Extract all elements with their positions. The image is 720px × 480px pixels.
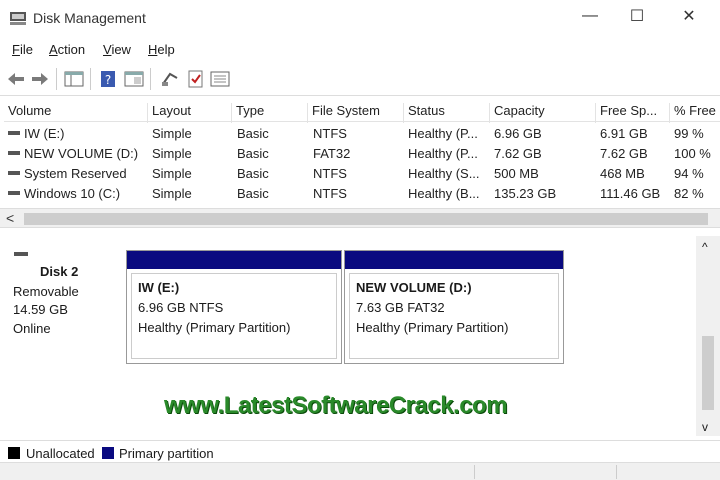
primary-partition-bar	[345, 251, 563, 269]
help-icon[interactable]: ?	[98, 70, 118, 88]
legend: Unallocated Primary partition	[0, 440, 720, 462]
disk-name: Disk 2	[40, 264, 79, 279]
menu-view[interactable]: View	[103, 42, 131, 57]
partition-size: 7.63 GB FAT32	[356, 300, 445, 315]
legend-primary-partition: Primary partition	[119, 446, 214, 461]
check-disk-icon[interactable]	[186, 70, 206, 88]
column-header-type[interactable]: Type	[232, 103, 308, 123]
maximize-button[interactable]: ☐	[613, 0, 661, 32]
column-header-free-space[interactable]: Free Sp...	[596, 103, 670, 123]
disk-info-panel[interactable]: Disk 2 Removable 14.59 GB Online	[4, 244, 122, 370]
toolbar: ?	[0, 62, 720, 96]
column-header-capacity[interactable]: Capacity	[490, 103, 596, 123]
table-row[interactable]: Windows 10 (C:) Simple Basic NTFS Health…	[4, 184, 720, 204]
partition-status: Healthy (Primary Partition)	[138, 320, 291, 335]
svg-text:?: ?	[105, 73, 111, 87]
horizontal-scroll-thumb[interactable]	[24, 213, 708, 225]
scroll-down-icon[interactable]: v	[702, 420, 708, 434]
disk-icon	[14, 252, 28, 256]
column-header-layout[interactable]: Layout	[148, 103, 232, 123]
list-view-icon[interactable]	[210, 70, 230, 88]
watermark-text: www.LatestSoftwareCrack.com	[164, 392, 508, 419]
partition-name: NEW VOLUME (D:)	[356, 280, 472, 295]
primary-partition-bar	[127, 251, 341, 269]
drive-icon	[8, 171, 20, 176]
table-row[interactable]: NEW VOLUME (D:) Simple Basic FAT32 Healt…	[4, 144, 720, 164]
disk-management-app-icon	[10, 12, 26, 25]
disk-size: 14.59 GB	[13, 302, 68, 317]
horizontal-scrollbar[interactable]: <	[0, 208, 720, 228]
scroll-up-icon[interactable]: ^	[702, 240, 708, 254]
menu-action[interactable]: Action	[49, 42, 85, 57]
vertical-scroll-thumb[interactable]	[702, 336, 714, 410]
status-bar	[0, 462, 720, 480]
connect-disk-icon[interactable]	[160, 70, 180, 88]
partition-size: 6.96 GB NTFS	[138, 300, 224, 315]
drive-icon	[8, 131, 20, 136]
menu-help[interactable]: Help	[148, 42, 175, 57]
scroll-left-icon[interactable]: <	[6, 210, 14, 226]
menu-bar: File Action View Help	[0, 38, 720, 62]
disk-status: Online	[13, 321, 51, 336]
close-button[interactable]: ✕	[665, 0, 713, 32]
column-header-status[interactable]: Status	[404, 103, 490, 123]
drive-icon	[8, 151, 20, 156]
unallocated-swatch	[8, 447, 20, 459]
vertical-scrollbar[interactable]: ^ v	[696, 236, 720, 436]
primary-partition-swatch	[102, 447, 114, 459]
back-arrow-icon[interactable]	[6, 70, 26, 88]
table-row[interactable]: System Reserved Simple Basic NTFS Health…	[4, 164, 720, 184]
column-header-volume[interactable]: Volume	[4, 103, 148, 123]
minimize-button[interactable]: —	[566, 0, 614, 32]
column-header-percent-free[interactable]: % Free	[670, 103, 720, 123]
menu-file[interactable]: File	[12, 42, 33, 57]
window-title: Disk Management	[33, 10, 146, 26]
disk-type: Removable	[13, 284, 79, 299]
partition-new-volume-d[interactable]: NEW VOLUME (D:) 7.63 GB FAT32 Healthy (P…	[344, 250, 564, 364]
partition-status: Healthy (Primary Partition)	[356, 320, 509, 335]
volume-list-header: Volume Layout Type File System Status Ca…	[4, 100, 720, 123]
console-tree-icon[interactable]	[64, 70, 84, 88]
table-row[interactable]: IW (E:) Simple Basic NTFS Healthy (P... …	[4, 124, 720, 144]
properties-icon[interactable]	[124, 70, 144, 88]
column-header-file-system[interactable]: File System	[308, 103, 404, 123]
partition-iw-e[interactable]: IW (E:) 6.96 GB NTFS Healthy (Primary Pa…	[126, 250, 342, 364]
legend-unallocated: Unallocated	[26, 446, 95, 461]
forward-arrow-icon[interactable]	[30, 70, 50, 88]
title-bar: Disk Management — ☐ ✕	[0, 0, 720, 36]
partition-name: IW (E:)	[138, 280, 180, 295]
drive-icon	[8, 191, 20, 196]
